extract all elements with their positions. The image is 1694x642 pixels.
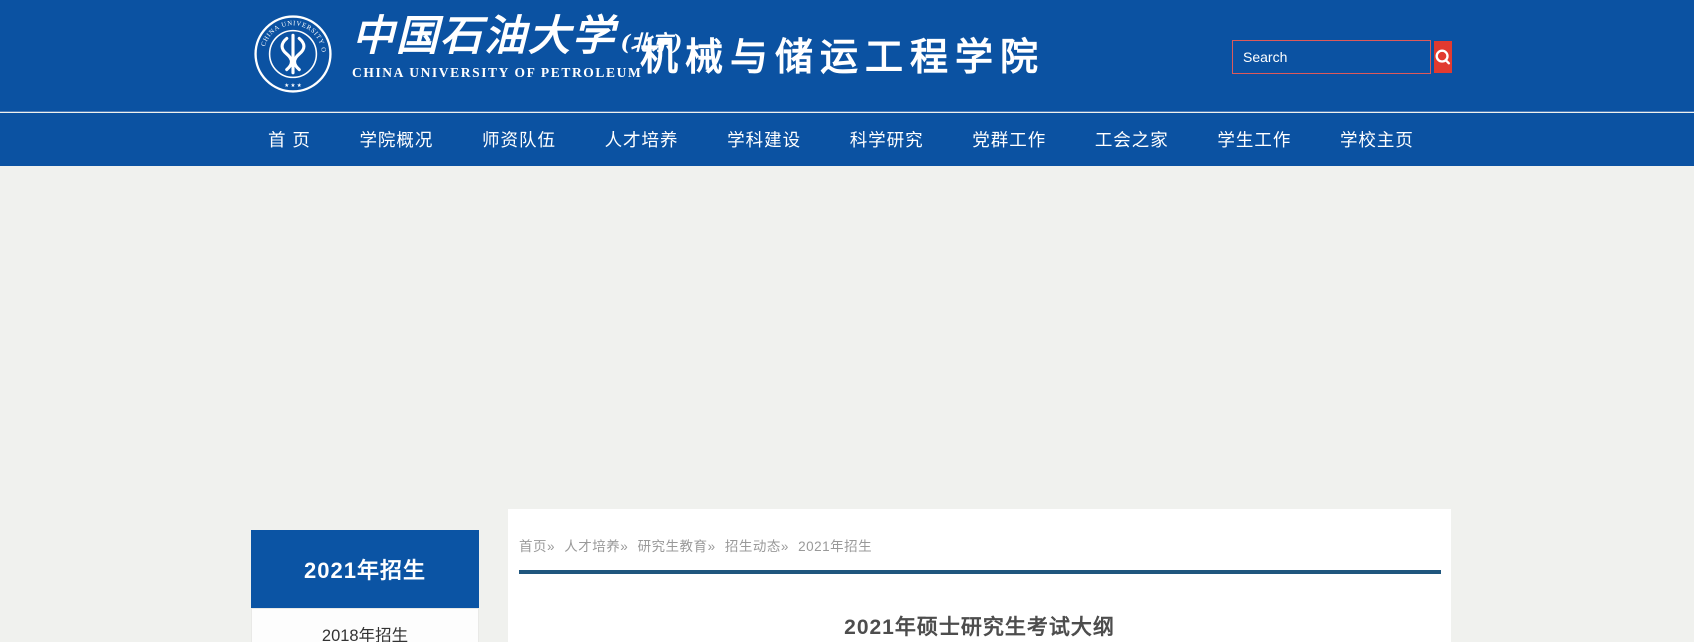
breadcrumb-separator: » (781, 539, 789, 554)
breadcrumb-graduate-education[interactable]: 研究生教育 (638, 539, 708, 554)
breadcrumb-separator: » (708, 539, 716, 554)
university-seal-icon: CHINA UNIVERSITY OF PETROLEUM ★ ★ ★ (254, 15, 332, 93)
breadcrumb-talent-cultivation[interactable]: 人才培养 (564, 539, 620, 554)
college-name: 机械与储运工程学院 (640, 26, 1045, 81)
site-header: CHINA UNIVERSITY OF PETROLEUM ★ ★ ★ 中国石油… (0, 0, 1694, 112)
breadcrumb-admissions-news[interactable]: 招生动态 (725, 539, 781, 554)
nav-item-faculty[interactable]: 师资队伍 (482, 127, 556, 152)
nav-item-student-work[interactable]: 学生工作 (1217, 127, 1291, 152)
nav-item-university-homepage[interactable]: 学校主页 (1340, 127, 1414, 152)
university-name-en: CHINA UNIVERSITY OF PETROLEUM (352, 65, 682, 81)
nav-item-talent-cultivation[interactable]: 人才培养 (605, 127, 679, 152)
breadcrumb-home[interactable]: 首页 (519, 539, 547, 554)
svg-text:★ ★ ★: ★ ★ ★ (284, 83, 302, 89)
nav-item-party-work[interactable]: 党群工作 (972, 127, 1046, 152)
article-title: 2021年硕士研究生考试大纲 (508, 611, 1451, 641)
breadcrumb-separator: » (620, 539, 628, 554)
sidebar-title: 2021年招生 (251, 530, 479, 608)
search-box (1232, 40, 1431, 74)
university-logo[interactable]: CHINA UNIVERSITY OF PETROLEUM ★ ★ ★ (254, 15, 332, 93)
search-input[interactable] (1233, 41, 1434, 73)
page: CHINA UNIVERSITY OF PETROLEUM ★ ★ ★ 中国石油… (0, 0, 1694, 642)
search-button[interactable] (1434, 41, 1452, 73)
sidebar-item-2018[interactable]: 2018年招生 (251, 608, 479, 642)
university-name: 中国石油大学 (北京) CHINA UNIVERSITY OF PETROLEU… (352, 10, 682, 81)
main-nav: 首 页 学院概况 师资队伍 人才培养 学科建设 科学研究 党群工作 工会之家 学… (0, 113, 1694, 166)
nav-item-college-overview[interactable]: 学院概况 (359, 127, 433, 152)
content-divider (519, 570, 1441, 574)
nav-item-home[interactable]: 首 页 (268, 127, 311, 152)
university-name-zh: 中国石油大学 (352, 11, 616, 60)
search-icon (1434, 48, 1452, 66)
breadcrumb: 首页» 人才培养» 研究生教育» 招生动态» 2021年招生 (508, 509, 1451, 555)
content-panel: 首页» 人才培养» 研究生教育» 招生动态» 2021年招生 2021年硕士研究… (508, 509, 1451, 642)
breadcrumb-current-2021[interactable]: 2021年招生 (798, 539, 872, 554)
nav-item-scientific-research[interactable]: 科学研究 (850, 127, 924, 152)
breadcrumb-separator: » (547, 539, 555, 554)
nav-item-union-home[interactable]: 工会之家 (1095, 127, 1169, 152)
nav-item-discipline-construction[interactable]: 学科建设 (727, 127, 801, 152)
